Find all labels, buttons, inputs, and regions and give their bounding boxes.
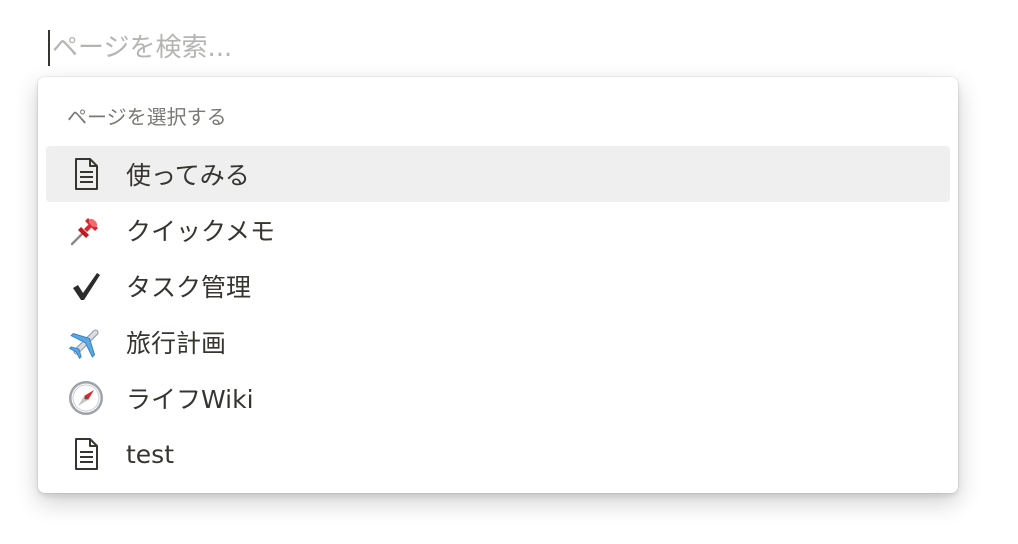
page-item-label: ライフWiki xyxy=(126,385,254,414)
checkmark-icon xyxy=(66,266,106,306)
page-picker-menu: ページを選択する 使ってみる クイックメモ タスク管理 旅行計画 ライフWiki… xyxy=(38,77,958,493)
search-bar xyxy=(48,28,652,68)
airplane-icon xyxy=(66,322,106,362)
page-item-life-wiki[interactable]: ライフWiki xyxy=(46,370,950,426)
compass-icon xyxy=(66,378,106,418)
page-item-label: タスク管理 xyxy=(126,273,252,302)
page-list: 使ってみる クイックメモ タスク管理 旅行計画 ライフWiki test xyxy=(46,146,950,482)
document-icon xyxy=(66,434,106,474)
page-item-test[interactable]: test xyxy=(46,426,950,482)
search-input[interactable] xyxy=(50,28,652,68)
document-icon xyxy=(66,154,106,194)
page-item-tsukattemiru[interactable]: 使ってみる xyxy=(46,146,950,202)
page-item-label: 旅行計画 xyxy=(126,329,227,358)
page-item-label: 使ってみる xyxy=(126,161,250,190)
menu-heading: ページを選択する xyxy=(67,105,227,129)
pushpin-icon xyxy=(66,210,106,250)
page-item-task-management[interactable]: タスク管理 xyxy=(46,258,950,314)
page-item-travel-plan[interactable]: 旅行計画 xyxy=(46,314,950,370)
page-item-label: クイックメモ xyxy=(126,217,276,246)
page-item-label: test xyxy=(126,439,175,469)
page-item-quick-memo[interactable]: クイックメモ xyxy=(46,202,950,258)
